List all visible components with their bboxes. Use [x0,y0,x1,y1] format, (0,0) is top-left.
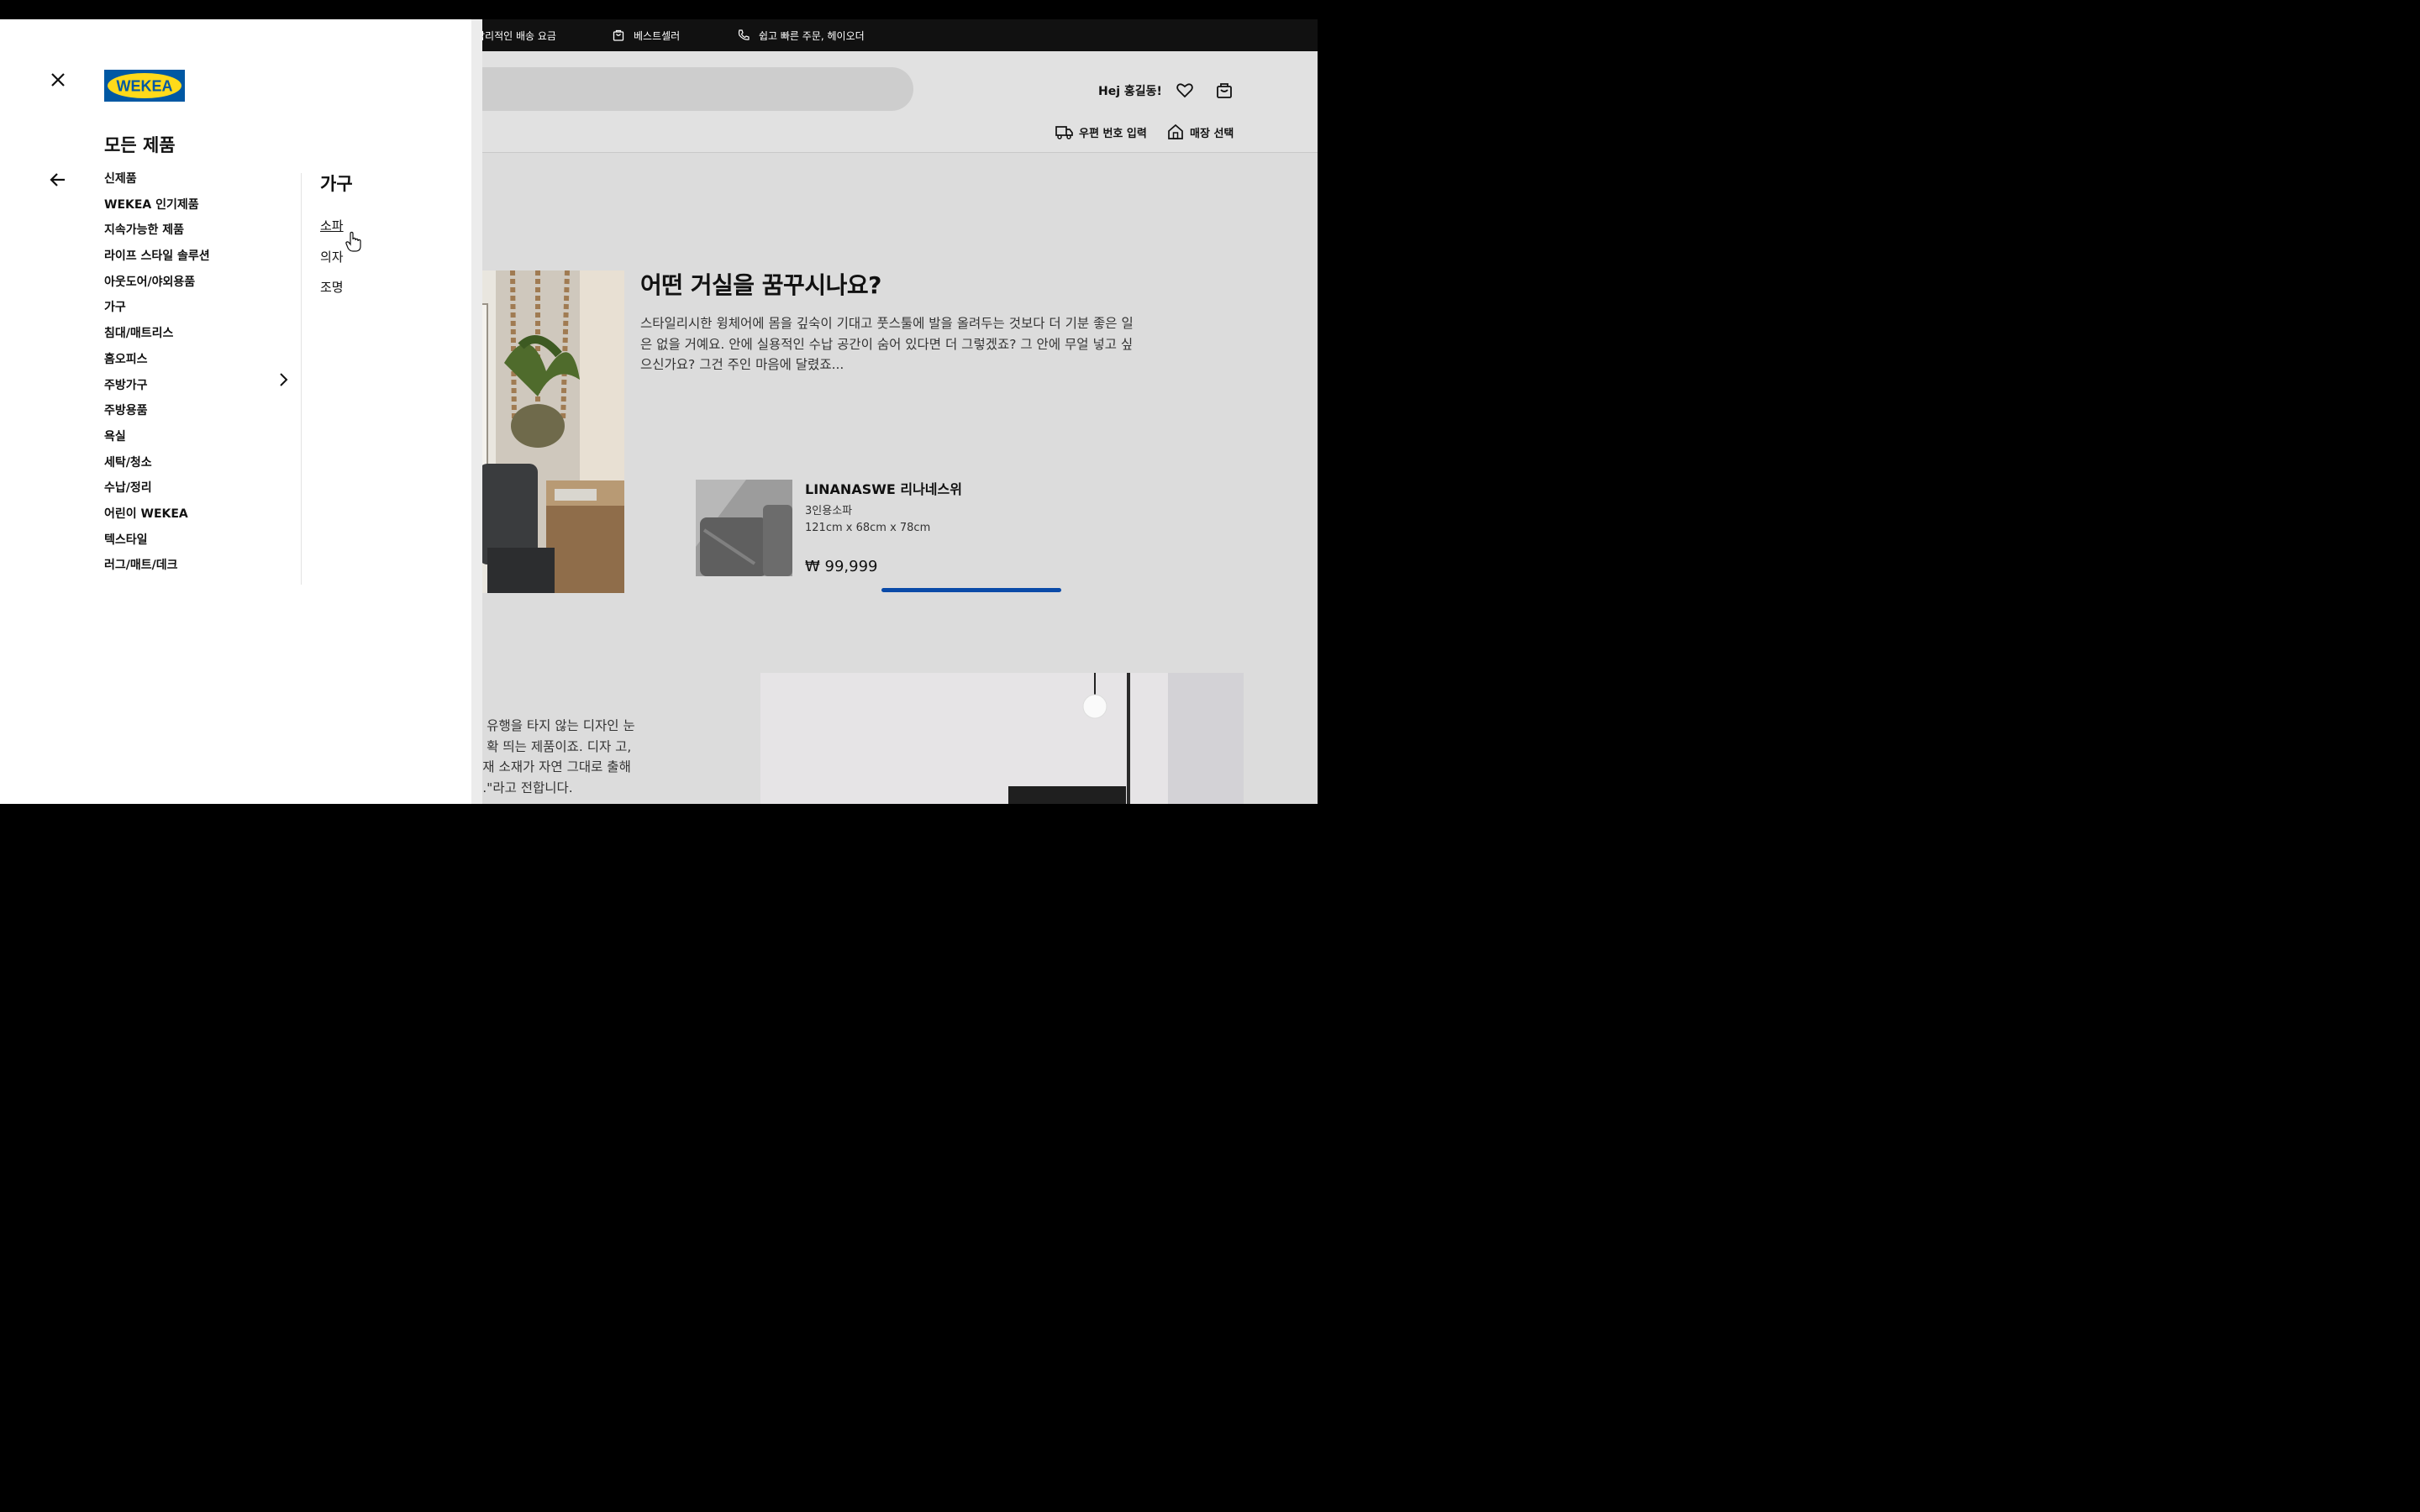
hero-headline: 어떤 거실을 꿈꾸시나요? [640,271,881,299]
topbar-item-delivery[interactable]: 합리적인 배송 요금 [476,19,556,51]
logo-text: WEKEA [117,78,173,95]
close-icon[interactable] [48,70,68,90]
topbar-item-label: 쉽고 빠른 주문, 헤이오더 [759,29,865,42]
category-item[interactable]: 홈오피스 [104,351,210,377]
category-item[interactable]: WEKEA 인기제품 [104,197,210,223]
column-divider [301,173,302,585]
category-item[interactable]: 주방가구 [104,377,210,403]
postcode-link[interactable]: 우편 번호 입력 [1055,123,1147,140]
subcategory-item-sofa[interactable]: 소파 [320,217,344,248]
product-name[interactable]: LINANASWE 리나네스위 [805,478,962,498]
bottom-bar [0,804,1318,823]
subcategory-title: 가구 [320,174,353,194]
product-thumbnail[interactable] [696,480,792,576]
lower-paragraph: 여 유행을 타지 않는 디자인 눈에 확 띄는 제품이죠. 디자 고, 목재 소… [471,718,635,795]
hand-cursor-icon [345,231,361,252]
topbar-item-label: 베스트셀러 [634,29,681,42]
postcode-label: 우편 번호 입력 [1079,127,1147,140]
back-arrow-icon[interactable] [48,170,68,190]
category-item[interactable]: 욕실 [104,428,210,454]
topbar-item-bestseller[interactable]: 베스트셀러 [612,19,680,51]
store-label: 매장 선택 [1190,127,1234,140]
search-input[interactable] [454,67,913,111]
cart-icon[interactable] [1215,81,1234,99]
category-item[interactable]: 가구 [104,299,210,325]
store-select-link[interactable]: 매장 선택 [1166,123,1234,140]
product-dimensions: 121cm x 68cm x 78cm [805,522,931,534]
topbar-item-label: 합리적인 배송 요금 [476,29,556,42]
carousel-progress-bar[interactable] [881,588,1061,592]
topbar-item-heyorder[interactable]: 쉽고 빠른 주문, 헤이오더 [737,19,865,51]
category-item[interactable]: 러그/매트/데크 [104,557,210,583]
category-item[interactable]: 텍스타일 [104,532,210,558]
subcategory-list: 소파 의자 조명 [320,217,344,309]
product-price: ₩ 99,999 [805,558,878,575]
subcategory-item-lighting[interactable]: 조명 [320,278,344,309]
category-item[interactable]: 수납/정리 [104,480,210,506]
heart-icon[interactable] [1176,81,1194,99]
subcategory-item-chair[interactable]: 의자 [320,248,344,279]
drawer-edge [471,19,482,804]
truck-icon [1055,126,1073,139]
category-item[interactable]: 세탁/청소 [104,454,210,480]
browser-viewport: 합리적인 배송 요금 베스트셀러 쉽고 빠른 주문, 헤이오더 Hej 홍길동!… [0,19,1318,804]
user-greeting[interactable]: Hej 홍길동! [1098,82,1162,99]
room-photo[interactable] [760,673,1244,804]
navigation-drawer: WEKEA 모든 제품 신제품 WEKEA 인기제품 지속가능한 제품 라이프 … [0,19,471,804]
chevron-right-icon[interactable] [276,370,291,389]
store-icon [1168,123,1183,139]
phone-icon [738,29,750,40]
category-item[interactable]: 지속가능한 제품 [104,222,210,248]
brand-logo[interactable]: WEKEA [104,70,185,102]
category-item[interactable]: 라이프 스타일 솔루션 [104,248,210,274]
drawer-title: 모든 제품 [104,135,176,155]
category-item[interactable]: 아웃도어/야외용품 [104,274,210,300]
hero-paragraph: 스타일리시한 윙체어에 몸을 깊숙이 기대고 풋스툴에 발을 올려두는 것보다 … [640,316,1134,372]
category-list: 신제품 WEKEA 인기제품 지속가능한 제품 라이프 스타일 솔루션 아웃도어… [104,171,210,583]
category-item[interactable]: 어린이 WEKEA [104,506,210,532]
category-item[interactable]: 침대/매트리스 [104,325,210,351]
category-item[interactable]: 주방용품 [104,402,210,428]
shopping-bag-icon [613,29,624,41]
category-item[interactable]: 신제품 [104,171,210,197]
product-description: 3인용소파 [805,505,853,517]
